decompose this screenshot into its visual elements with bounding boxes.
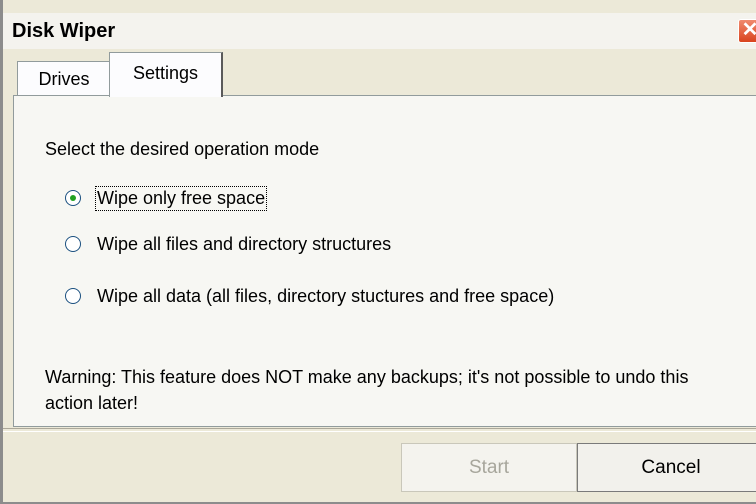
radio-button-checked[interactable]	[65, 190, 81, 206]
operation-mode-prompt: Select the desired operation mode	[45, 139, 320, 159]
tab-settings[interactable]: Settings	[109, 52, 223, 97]
warning-text: Warning: This feature does NOT make any …	[45, 367, 689, 413]
disk-wiper-window: Disk Wiper ✕ Drives Settings Select the …	[0, 0, 756, 504]
option-label[interactable]: Wipe all files and directory structures	[97, 234, 391, 255]
option-label[interactable]: Wipe all data (all files, directory stuc…	[97, 286, 554, 307]
tab-drives[interactable]: Drives	[17, 61, 111, 95]
close-icon[interactable]: ✕	[738, 19, 756, 43]
divider	[3, 428, 756, 432]
option-wipe-free-space[interactable]: Wipe only free space	[65, 185, 268, 211]
start-button[interactable]: Start	[401, 443, 577, 492]
option-wipe-all-data[interactable]: Wipe all data (all files, directory stuc…	[65, 283, 554, 309]
radio-button[interactable]	[65, 288, 81, 304]
radio-button[interactable]	[65, 236, 81, 252]
title-bar: Disk Wiper ✕	[3, 13, 756, 49]
cancel-button[interactable]: Cancel	[577, 443, 756, 492]
window-title: Disk Wiper	[12, 20, 116, 42]
option-wipe-files-directories[interactable]: Wipe all files and directory structures	[65, 231, 391, 257]
option-label[interactable]: Wipe only free space	[94, 185, 268, 211]
